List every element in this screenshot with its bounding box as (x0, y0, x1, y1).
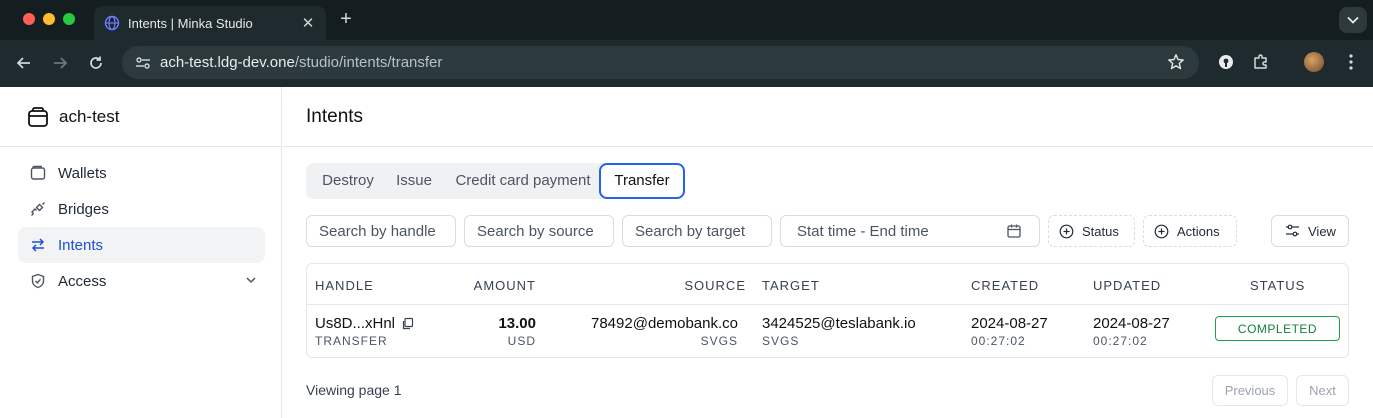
actions-filter-button[interactable]: Actions (1143, 215, 1237, 247)
new-tab-button[interactable]: + (336, 8, 356, 31)
target-wallet[interactable]: 3424525@teslabank.io (762, 315, 916, 332)
sidebar: ach-test Wallets Bridges Intents Access (0, 87, 282, 418)
workspace-switcher[interactable]: ach-test (27, 106, 119, 128)
address-bar[interactable]: ach-test.ldg-dev.one/studio/intents/tran… (122, 46, 1199, 79)
tab-title: Intents | Minka Studio (128, 15, 253, 31)
source-symbol: SVGS (700, 334, 738, 348)
sidebar-item-bridges[interactable]: Bridges (18, 191, 265, 227)
updated-time: 00:27:02 (1093, 334, 1148, 348)
reload-button[interactable] (84, 51, 108, 75)
tab-issue[interactable]: Issue (388, 163, 440, 199)
pagination-info: Viewing page 1 (306, 382, 402, 398)
plus-circle-icon (1154, 224, 1169, 239)
column-header-target[interactable]: TARGET (762, 278, 820, 293)
column-header-handle[interactable]: HANDLE (315, 278, 374, 293)
search-target-input[interactable]: Search by target (622, 215, 772, 247)
arrow-left-icon (16, 57, 30, 69)
studio-app: ach-test Wallets Bridges Intents Access … (0, 87, 1373, 418)
globe-icon (104, 15, 120, 31)
intent-type-tabs: Destroy Issue Credit card payment Transf… (306, 163, 685, 199)
copy-icon[interactable] (401, 317, 414, 330)
column-header-status[interactable]: STATUS (1250, 278, 1305, 293)
search-handle-input[interactable]: Search by handle (306, 215, 456, 247)
url-text: ach-test.ldg-dev.one/studio/intents/tran… (160, 54, 442, 71)
password-manager-extension-icon[interactable] (1215, 51, 1237, 73)
reload-icon (90, 56, 102, 69)
created-date: 2024-08-27 (971, 315, 1048, 332)
view-label: View (1308, 223, 1336, 239)
sidebar-item-intents[interactable]: Intents (18, 227, 265, 263)
maximize-window-button[interactable] (63, 13, 75, 25)
intent-handle[interactable]: Us8D...xHnl (315, 315, 395, 332)
amount-value: 13.00 (498, 315, 536, 332)
divider (283, 146, 1373, 147)
arrow-right-icon (54, 57, 68, 69)
chevron-down-icon (1347, 16, 1359, 24)
url-host: ach-test.ldg-dev.one (160, 54, 295, 71)
source-wallet[interactable]: 78492@demobank.co (537, 315, 738, 332)
transfer-arrows-icon (30, 237, 46, 253)
forward-button[interactable] (48, 51, 72, 75)
tab-search-button[interactable] (1339, 7, 1367, 33)
puzzle-icon[interactable] (1250, 51, 1272, 73)
store-icon (28, 107, 48, 127)
sidebar-item-label: Access (58, 272, 107, 290)
sidebar-item-label: Wallets (58, 164, 107, 182)
date-range-placeholder: Stat time - End time (797, 222, 929, 240)
workspace-name: ach-test (59, 107, 120, 126)
divider (307, 304, 1348, 305)
kebab-menu-icon[interactable] (1340, 51, 1362, 73)
page-title: Intents (306, 106, 364, 127)
amount-currency: USD (507, 334, 536, 348)
updated-date: 2024-08-27 (1093, 315, 1170, 332)
plus-circle-icon (1059, 224, 1074, 239)
wallet-icon (30, 165, 46, 181)
plug-icon (30, 201, 46, 217)
column-header-created[interactable]: CREATED (971, 278, 1039, 293)
handle-cell: Us8D...xHnl (315, 315, 414, 332)
sliders-icon (1285, 224, 1300, 238)
divider (0, 146, 282, 147)
close-window-button[interactable] (23, 13, 35, 25)
site-settings-icon[interactable] (132, 52, 154, 74)
column-header-source[interactable]: SOURCE (637, 278, 746, 293)
status-badge: COMPLETED (1215, 316, 1340, 341)
next-page-button[interactable]: Next (1296, 375, 1349, 406)
chevron-down-icon[interactable] (245, 273, 257, 291)
date-range-picker[interactable]: Stat time - End time (780, 215, 1040, 247)
main-content: Intents Destroy Issue Credit card paymen… (283, 87, 1373, 418)
browser-chrome: Intents | Minka Studio ✕ + ach-test.ldg-… (0, 0, 1373, 87)
calendar-icon (1006, 223, 1022, 239)
status-filter-button[interactable]: Status (1048, 215, 1135, 247)
tab-credit-card-payment[interactable]: Credit card payment (444, 163, 602, 199)
intent-type: TRANSFER (315, 334, 388, 348)
sidebar-item-wallets[interactable]: Wallets (18, 155, 265, 191)
sidebar-item-label: Intents (58, 236, 104, 254)
close-icon[interactable]: ✕ (296, 14, 320, 32)
tab-strip: Intents | Minka Studio ✕ + (0, 0, 1373, 40)
tab-destroy[interactable]: Destroy (310, 163, 386, 199)
search-source-input[interactable]: Search by source (464, 215, 614, 247)
url-path: /studio/intents/transfer (294, 54, 443, 71)
view-options-button[interactable]: View (1271, 215, 1349, 247)
intents-table: HANDLE AMOUNT SOURCE TARGET CREATED UPDA… (306, 263, 1349, 358)
status-filter-label: Status (1082, 223, 1119, 239)
target-symbol: SVGS (762, 334, 800, 348)
previous-page-button[interactable]: Previous (1212, 375, 1288, 406)
browser-tab[interactable]: Intents | Minka Studio ✕ (94, 6, 326, 40)
profile-avatar[interactable] (1304, 52, 1324, 72)
tab-transfer[interactable]: Transfer (599, 163, 685, 199)
star-icon[interactable] (1167, 53, 1185, 76)
sidebar-item-access[interactable]: Access (18, 263, 265, 299)
sidebar-item-label: Bridges (58, 200, 109, 218)
column-header-amount[interactable]: AMOUNT (457, 278, 536, 293)
column-header-updated[interactable]: UPDATED (1093, 278, 1161, 293)
back-button[interactable] (12, 51, 36, 75)
shield-icon (30, 273, 46, 289)
actions-filter-label: Actions (1177, 223, 1220, 239)
minimize-window-button[interactable] (43, 13, 55, 25)
created-time: 00:27:02 (971, 334, 1026, 348)
